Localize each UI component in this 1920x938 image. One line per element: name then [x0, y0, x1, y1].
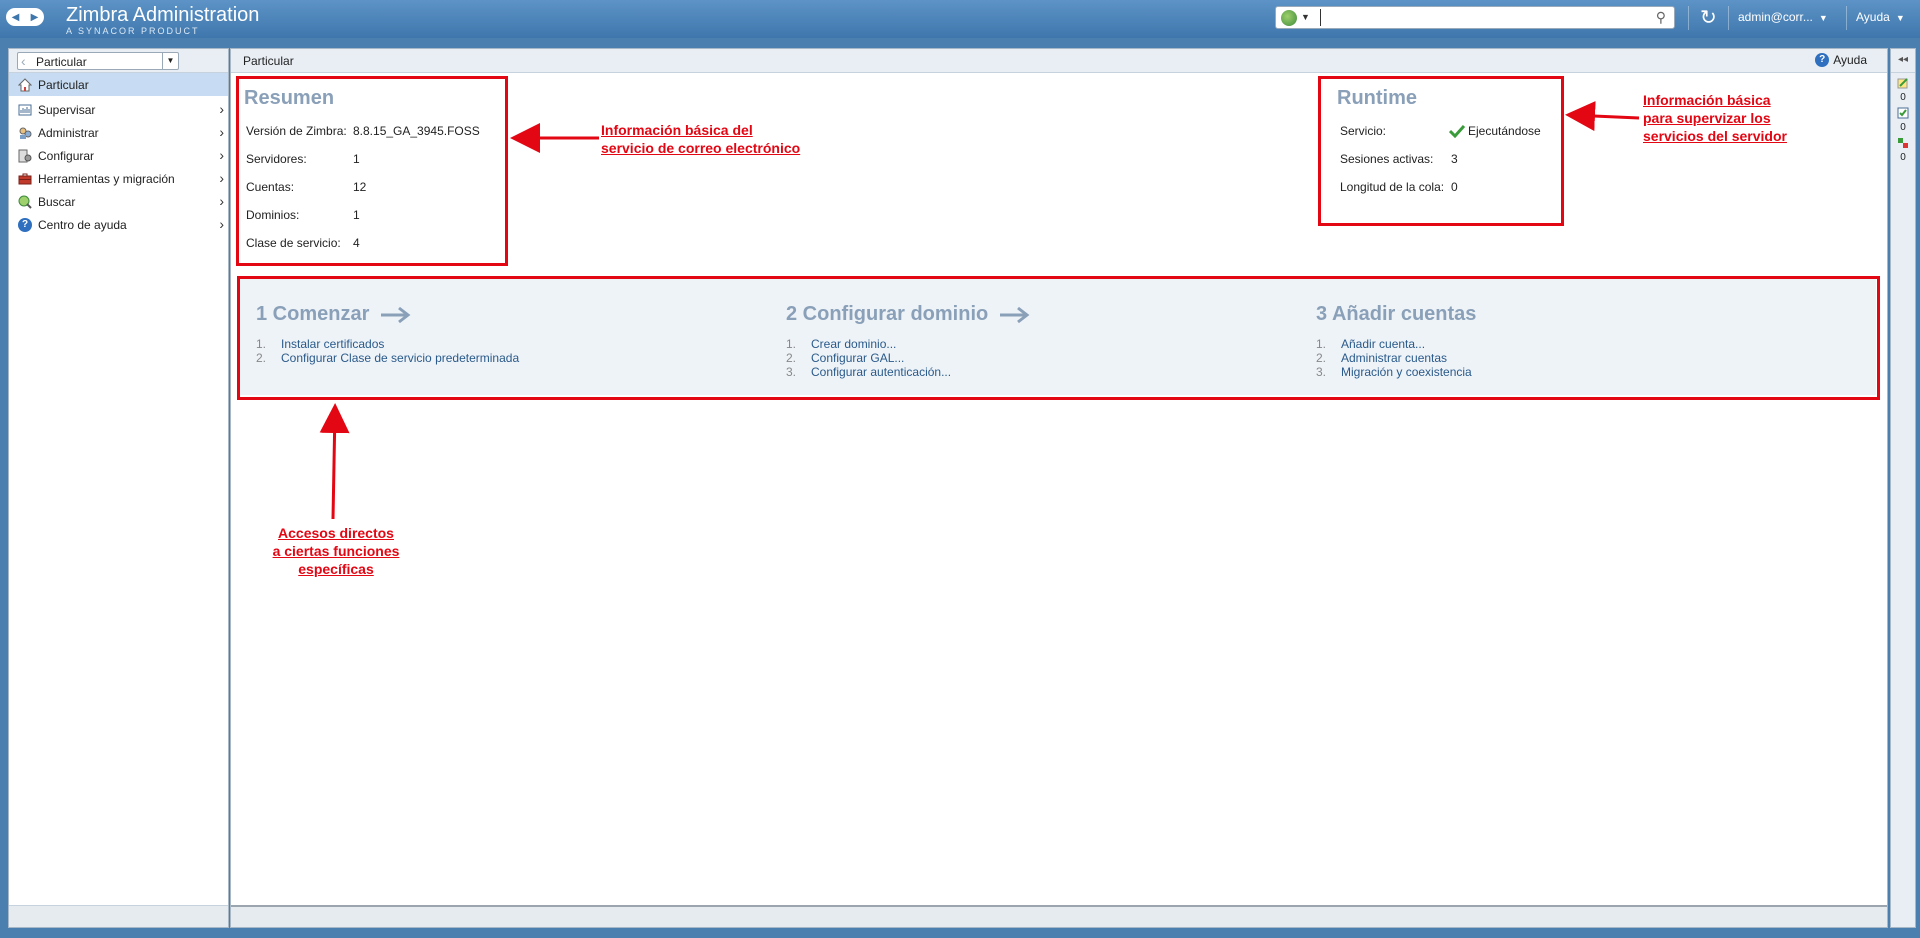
magnifier-icon[interactable]: ⚲: [1656, 9, 1666, 26]
sidebar-item-centro-de-ayuda[interactable]: ? Centro de ayuda ›: [9, 213, 228, 236]
nav-selector-value: Particular: [36, 55, 87, 69]
chevron-right-icon: ›: [219, 170, 224, 186]
sidebar-item-supervisar[interactable]: Supervisar ›: [9, 98, 228, 121]
nav-panel-footer: [9, 905, 228, 927]
toolbox-icon: [17, 171, 33, 187]
annotation-line: a ciertas funciones: [272, 543, 400, 559]
monitor-icon: [17, 102, 33, 118]
nav-selector[interactable]: ‹ Particular ▼: [17, 52, 179, 70]
annotation-line: servicio de correo electrónico: [601, 140, 801, 156]
back-icon[interactable]: ◀: [12, 12, 20, 23]
shortcuts-arrow: [319, 403, 350, 520]
annotation-line: para supervizar los: [1643, 110, 1771, 126]
app-title: Zimbra Administration: [66, 4, 260, 26]
sidebar-item-label: Herramientas y migración: [38, 171, 175, 186]
notes-icon: [1897, 78, 1908, 89]
right-sidebar: ◂◂ 0 0 0: [1890, 48, 1916, 928]
help-menu[interactable]: Ayuda ▼: [1856, 10, 1905, 24]
sidebar-item-configurar[interactable]: Configurar ›: [9, 144, 228, 167]
forward-icon[interactable]: ▶: [31, 12, 39, 23]
tasks-counter[interactable]: 0: [1891, 107, 1915, 133]
chevron-right-icon: ›: [219, 216, 224, 232]
main-panel-footer: [231, 905, 1887, 927]
annotation-line: específicas: [298, 561, 374, 577]
chevron-right-icon: ›: [219, 193, 224, 209]
toolbar-divider: [1846, 6, 1847, 30]
tasks-icon: [1897, 107, 1909, 119]
toolbar-divider: [1728, 6, 1729, 30]
search-box: ▼ ⚲: [1275, 6, 1675, 29]
chevron-right-icon: ›: [219, 101, 224, 117]
sidebar-item-administrar[interactable]: Administrar ›: [9, 121, 228, 144]
chevron-right-icon: ›: [219, 124, 224, 140]
app-subtitle: A SYNACOR PRODUCT: [66, 26, 200, 36]
admin-icon: [17, 125, 33, 141]
configure-icon: [17, 148, 33, 164]
annotation-line: Información básica: [1643, 92, 1771, 108]
chevron-right-icon: ›: [219, 147, 224, 163]
sidebar-item-buscar[interactable]: Buscar ›: [9, 190, 228, 213]
sidebar-item-label: Centro de ayuda: [38, 217, 127, 232]
help-icon: ?: [17, 217, 33, 233]
shortcuts-annotation: Accesos directos a ciertas funciones esp…: [251, 524, 421, 578]
sidebar-item-label: Buscar: [38, 194, 76, 209]
refresh-icon[interactable]: ↻: [1700, 5, 1717, 30]
sidebar-item-label: Particular: [38, 77, 89, 92]
search-icon: [17, 194, 33, 210]
sidebar-item-particular[interactable]: Particular: [9, 73, 228, 96]
runtime-annotation: Información básica para supervizar los s…: [1643, 91, 1787, 145]
runtime-arrow: [1565, 101, 1640, 132]
search-scope-icon[interactable]: [1281, 10, 1297, 26]
chevron-down-icon: ▼: [1818, 13, 1828, 23]
history-nav: ◀ ▶: [6, 8, 44, 26]
annotation-arrows: [319, 101, 1640, 520]
sidebar-item-label: Supervisar: [38, 102, 96, 117]
help-menu-label: Ayuda: [1856, 10, 1890, 24]
sidebar-item-label: Administrar: [38, 125, 99, 140]
chevron-down-icon[interactable]: ▼: [162, 53, 178, 69]
main-panel: Particular ? Ayuda Resumen Versión de Zim…: [230, 48, 1888, 928]
user-menu[interactable]: admin@corr... ▼: [1738, 10, 1828, 24]
annotation-line: Accesos directos: [278, 525, 394, 541]
annotation-line: Información básica del: [601, 122, 753, 138]
navigation-panel: ‹ Particular ▼ Particular Supervisar › A…: [8, 48, 229, 928]
collapse-icon[interactable]: ◂◂: [1891, 49, 1915, 73]
sidebar-item-herramientas[interactable]: Herramientas y migración ›: [9, 167, 228, 190]
chevron-down-icon[interactable]: ▼: [1301, 12, 1310, 22]
back-icon[interactable]: ‹: [21, 53, 26, 69]
notes-counter[interactable]: 0: [1891, 77, 1915, 103]
app-brand: Zimbra Administration A SYNACOR PRODUCT: [66, 4, 259, 36]
summary-annotation: Información básica del servicio de corre…: [601, 121, 800, 157]
user-name: admin@corr...: [1738, 10, 1813, 24]
alerts-count: 0: [1900, 152, 1906, 163]
alerts-icon: [1898, 138, 1908, 148]
home-icon: [17, 77, 33, 93]
alerts-counter[interactable]: 0: [1891, 137, 1915, 163]
annotation-line: servicios del servidor: [1643, 128, 1787, 144]
tasks-count: 0: [1900, 122, 1906, 133]
sidebar-item-label: Configurar: [38, 148, 95, 163]
top-bar: ◀ ▶ Zimbra Administration A SYNACOR PROD…: [0, 0, 1920, 38]
chevron-down-icon: ▼: [1895, 13, 1905, 23]
search-input[interactable]: [1320, 9, 1620, 26]
nav-panel-header: ‹ Particular ▼: [9, 49, 228, 73]
notes-count: 0: [1900, 92, 1906, 103]
toolbar-divider: [1688, 6, 1689, 30]
